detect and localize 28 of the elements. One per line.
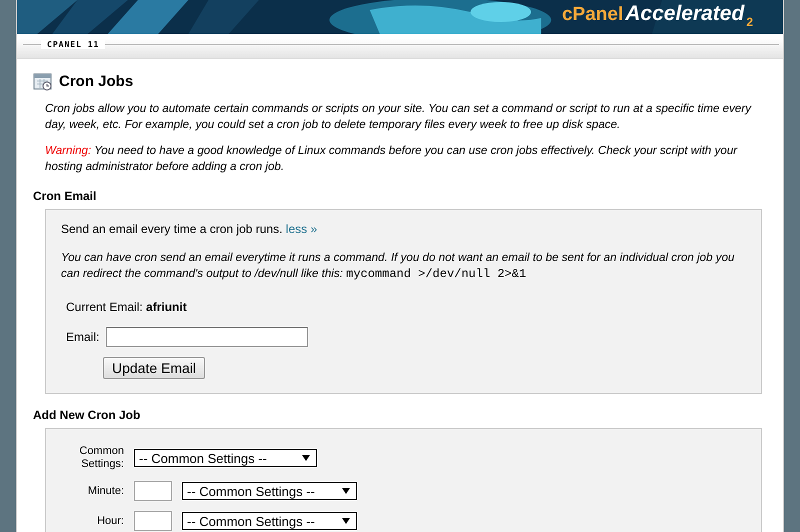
- logo-product: Accelerated: [625, 2, 744, 26]
- value-field[interactable]: [134, 511, 172, 531]
- intro-text: Cron jobs allow you to automate certain commands or scripts on your site. You can set a command or script to run at a specific time every day, week, etc. For example, you could set a cron job to delete temporary files every week to free up disk space.: [45, 101, 752, 133]
- field-label: Common Settings:: [78, 445, 124, 471]
- email-label: Email:: [66, 330, 100, 344]
- common-settings-dropdown[interactable]: -- Common Settings --: [182, 482, 357, 500]
- common-settings-dropdown[interactable]: -- Common Settings --: [182, 512, 357, 530]
- dropdown-arrow-icon: [342, 518, 350, 524]
- value-field[interactable]: [134, 481, 172, 501]
- warning-text: Warning: You need to have a good knowledge of Linux commands before you can use cron jobs effectively. Check your script with your hosting administrator before adding a cron job.: [45, 143, 738, 175]
- dropdown-arrow-icon: [302, 455, 310, 461]
- field-label: Hour:: [96, 514, 124, 528]
- calendar-clock-icon: [33, 71, 53, 91]
- logo-version: 2: [746, 15, 753, 29]
- update-email-button[interactable]: Update Email: [103, 357, 206, 379]
- email-field[interactable]: [106, 327, 308, 347]
- breadcrumb[interactable]: CPANEL 11: [41, 40, 106, 48]
- summary-text: Send an email every time a cron job runs. less »: [61, 222, 318, 236]
- page-title: Cron Jobs: [59, 72, 134, 90]
- field-label: Minute:: [86, 484, 124, 498]
- help-text: You can have cron send an email everytime it runs a command. If you do not want an email to be sent for an individual cron job you can redirect the command's output to /dev/null like this: mycommand >/dev/null 2>&1: [61, 250, 736, 282]
- section-heading: Add New Cron Job: [33, 408, 142, 422]
- common-settings-dropdown[interactable]: -- Common Settings --: [134, 449, 317, 467]
- section-heading: Cron Email: [33, 189, 98, 203]
- current-email: Current Email: afriunit: [66, 300, 188, 314]
- dropdown-arrow-icon: [342, 488, 350, 494]
- logo-brand: cPanel: [562, 4, 624, 26]
- less-link[interactable]: less »: [286, 222, 318, 236]
